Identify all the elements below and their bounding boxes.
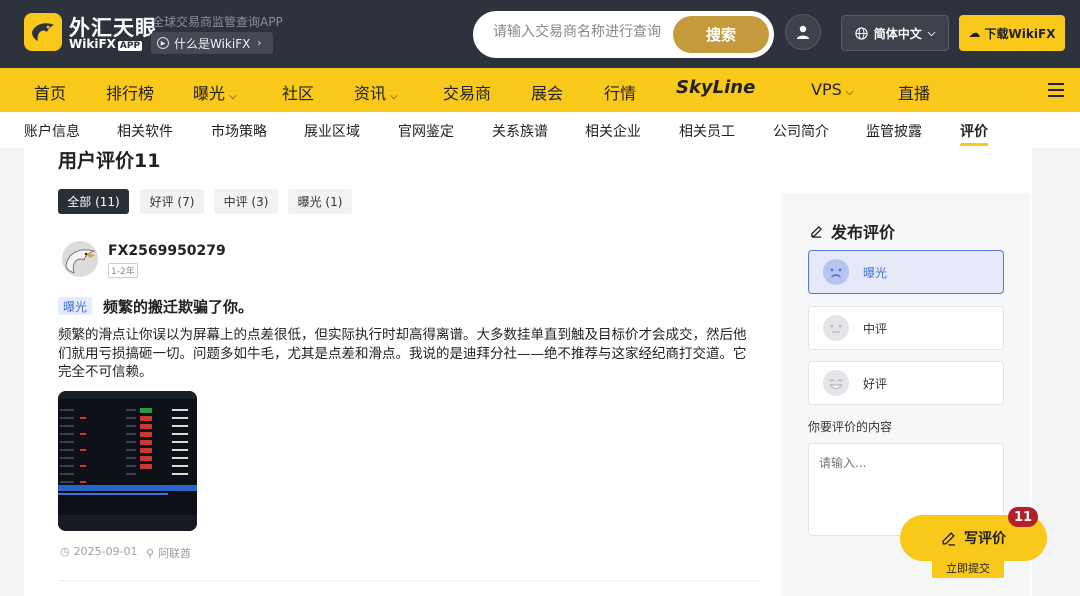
review-screenshot-thumbnail[interactable] [58,391,197,531]
clock-icon: ◷ [60,545,70,558]
review-title: 频繁的搬迁欺骗了你。 [103,298,254,316]
search-bar: 搜索 [473,11,774,58]
submit-now-button[interactable]: 立即提交 [932,558,1004,578]
search-button[interactable]: 搜索 [673,16,769,53]
subnav-company-profile[interactable]: 公司简介 [773,121,829,141]
broker-subnav: 账户信息 相关软件 市场策略 展业区域 官网鉴定 关系族谱 相关企业 相关员工 … [0,112,1080,148]
filter-exposure[interactable]: 曝光 (1) [288,189,352,214]
post-review-label: 发布评价 [831,223,896,242]
account-age-badge: 1-2年 [108,263,138,278]
search-input[interactable] [493,24,663,40]
review-date-text: 2025-09-01 [73,545,138,558]
review-type-tag: 曝光 [58,297,92,315]
eagle-icon [32,23,54,41]
nav-vps-label: VPS [811,80,842,99]
review-location-text: 阿联酋 [158,547,192,560]
what-label: 什么是WikiFX [174,36,251,51]
subnav-strategy[interactable]: 市场策略 [211,121,267,141]
rating-neutral-label: 中评 [863,321,888,336]
download-cloud-icon: ☁ [968,26,981,40]
subnav-reviews[interactable]: 评价 [960,121,988,141]
page-title: 用户评价11 [58,150,161,172]
review-username[interactable]: FX2569950279 [108,243,226,259]
main-nav: 首页 排行榜 曝光 ⌵ 社区 资讯 ⌵ 交易商 展会 行情 SkyLine VPS ⌵… [0,68,1080,112]
happy-face-icon [823,370,849,396]
what-is-wikifx-button[interactable]: ▶ 什么是WikiFX › [151,32,273,54]
download-label: 下载WikiFX [984,26,1056,41]
subnav-website-check[interactable]: 官网鉴定 [398,121,454,141]
rating-option-positive[interactable]: 好评 [808,361,1004,405]
nav-news-label: 资讯 [354,84,387,103]
nav-item-ranking[interactable]: 排行榜 [106,80,154,104]
logo-en-label: WikiFX [69,37,116,51]
user-account-button[interactable] [785,14,821,50]
sad-face-icon [823,259,849,285]
download-button[interactable]: ☁ 下载WikiFX [959,15,1065,51]
rating-exposure-label: 曝光 [863,265,888,280]
subnav-regions[interactable]: 展业区域 [304,121,360,141]
chevron-right-icon: › [257,37,262,49]
nav-item-brokers[interactable]: 交易商 [443,80,491,104]
subnav-employees[interactable]: 相关员工 [679,121,735,141]
logo-english-text: WikiFX APP [69,37,143,51]
rating-option-exposure[interactable]: 曝光 [808,250,1004,294]
top-header: 外汇天眼 WikiFX APP 全球交易商监管查询APP ▶ 什么是WikiFX … [0,0,1080,68]
subnav-related-companies[interactable]: 相关企业 [585,121,641,141]
nav-item-community[interactable]: 社区 [282,80,314,104]
language-selector[interactable]: 简体中文 ⌵ [841,15,949,51]
wikifx-logo[interactable] [24,13,62,51]
eagle-avatar-icon [62,241,98,277]
globe-icon [855,26,868,40]
review-content-label: 你要评价的内容 [808,420,893,434]
play-icon: ▶ [157,37,169,49]
nav-item-news[interactable]: 资讯 ⌵ [354,80,398,104]
rating-positive-label: 好评 [863,376,888,391]
nav-item-vps[interactable]: VPS ⌵ [811,80,853,99]
user-icon [797,25,809,39]
subnav-relations[interactable]: 关系族谱 [492,121,548,141]
nav-item-expo[interactable]: 展会 [531,80,563,104]
chevron-down-icon: ⌵ [845,87,854,98]
active-tab-indicator [960,143,988,146]
edit-pencil-icon [942,531,955,546]
review-divider [58,580,760,581]
language-label: 简体中文 [873,26,922,41]
hamburger-menu-icon[interactable] [1048,83,1064,101]
nav-item-home[interactable]: 首页 [34,80,66,104]
subnav-account-info[interactable]: 账户信息 [24,121,80,141]
trading-app-screenshot-image [58,391,197,531]
logo-app-badge: APP [117,41,143,51]
review-body: 频繁的滑点让你误以为屏幕上的点差很低，但实际执行时却高得离谱。大多数挂单直到触及… [58,327,747,380]
review-date: ◷ 2025-09-01 [60,545,138,558]
review-location: ⚲ 阿联酋 [146,545,191,561]
nav-item-market[interactable]: 行情 [604,80,636,104]
filter-neutral[interactable]: 中评 (3) [214,189,278,214]
subnav-regulatory[interactable]: 监管披露 [866,121,922,141]
rating-option-neutral[interactable]: 中评 [808,306,1004,350]
filter-all[interactable]: 全部 (11) [58,189,129,214]
location-pin-icon: ⚲ [146,546,155,560]
chevron-down-icon: ⌵ [927,27,936,39]
pencil-icon [811,225,823,238]
subnav-software[interactable]: 相关软件 [117,121,173,141]
nav-item-skyline[interactable]: SkyLine [676,77,755,98]
neutral-face-icon [823,315,849,341]
avatar[interactable] [62,241,98,277]
chevron-down-icon: ⌵ [229,91,237,102]
nav-exposure-label: 曝光 [193,84,226,103]
nav-item-exposure[interactable]: 曝光 ⌵ [193,80,237,104]
write-review-label: 写评价 [964,531,1006,547]
chevron-down-icon: ⌵ [390,91,398,102]
tagline: 全球交易商监管查询APP [152,15,283,29]
review-count-badge: 11 [1008,507,1038,527]
filter-positive[interactable]: 好评 (7) [140,189,204,214]
post-review-title: 发布评价 [810,219,895,243]
nav-item-live[interactable]: 直播 [898,80,930,104]
